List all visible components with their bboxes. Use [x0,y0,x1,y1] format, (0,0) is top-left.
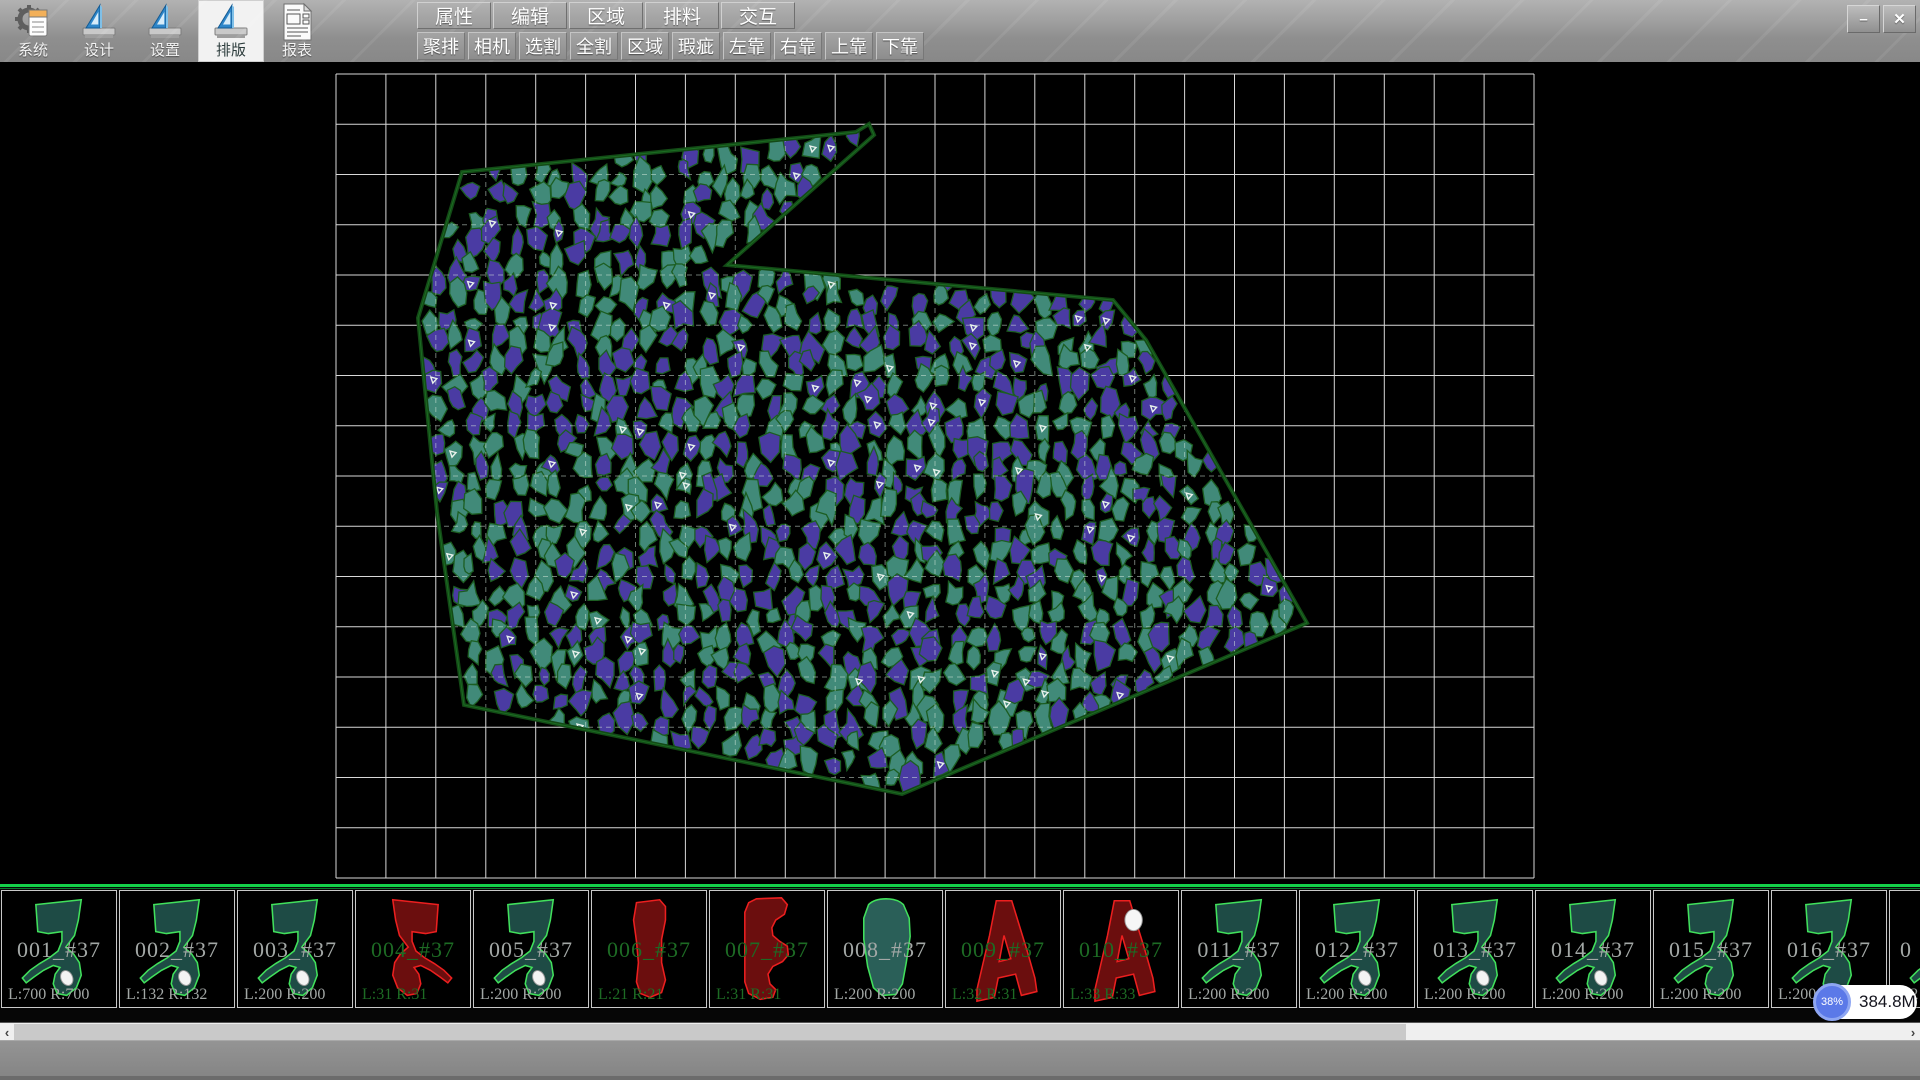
menu-tab-3[interactable]: 区域 [569,2,643,29]
filmstrip-thumbnail-6[interactable]: 006_#37 L:21 R:21 [591,890,707,1008]
piece-lr-values: L:700 R:700 [8,986,89,1004]
tool-button-3[interactable]: 选割 [519,32,567,60]
filmstrip-thumbnail-12[interactable]: 012_#37 L:200 R:200 [1299,890,1415,1008]
filmstrip-thumbnail-15[interactable]: 015_#37 L:200 R:200 [1653,890,1769,1008]
memory-percent: 38% [1821,996,1843,1008]
filmstrip-thumbnail-3[interactable]: 003_#37 L:200 R:200 [237,890,353,1008]
piece-name: 008_#37 [828,937,942,963]
menu-tab-1[interactable]: 属性 [417,2,491,29]
tool-button-8[interactable]: 右靠 [774,32,822,60]
set-square-icon [145,2,185,42]
piece-name: 012_#37 [1300,937,1414,963]
piece-lr-values: L:200 R:200 [480,986,561,1004]
tool-button-row: 聚排相机选割全割区域瑕疵左靠右靠上靠下靠 [417,32,927,60]
piece-filmstrip: 001_#37 L:700 R:700 002_#37 L:132 R:132 … [0,884,1920,1022]
piece-name: 004_#37 [356,937,470,963]
piece-name: 001_#37 [2,937,116,963]
app-button-label: 设置 [150,42,180,60]
scrollbar-thumb[interactable] [14,1024,1406,1040]
menu-tab-row: 属性编辑区域排料交互 [417,2,797,29]
filmstrip-thumbnail-5[interactable]: 005_#37 L:200 R:200 [473,890,589,1008]
piece-name: 013_#37 [1418,937,1532,963]
piece-lr-values: L:21 R:21 [598,986,663,1004]
window-controls: – ✕ [1847,5,1916,33]
app-button-4[interactable]: 排版 [198,0,264,62]
filmstrip-green-line [0,884,1920,887]
app-button-label: 设计 [84,42,114,60]
app-button-label: 排版 [216,42,246,60]
menu-tab-5[interactable]: 交互 [721,2,795,29]
set-square-icon [211,2,251,42]
app-button-2[interactable]: 设计 [66,0,132,62]
filmstrip-thumbnail-11[interactable]: 011_#37 L:200 R:200 [1181,890,1297,1008]
piece-lr-values: L:32 R:31 [952,986,1017,1004]
piece-lr-values: L:200 R:200 [1424,986,1505,1004]
memory-size: 384.8M [1859,992,1916,1012]
filmstrip-thumbnail-2[interactable]: 002_#37 L:132 R:132 [119,890,235,1008]
menu-tab-4[interactable]: 排料 [645,2,719,29]
piece-name: 014_#37 [1536,937,1650,963]
piece-lr-values: L:200 R:200 [1660,986,1741,1004]
filmstrip-thumbnail-9[interactable]: 009_#37 L:32 R:31 [945,890,1061,1008]
nesting-canvas-area[interactable] [0,62,1920,884]
filmstrip-thumbnail-10[interactable]: 010_#37 L:33 R:33 [1063,890,1179,1008]
piece-lr-values: L:132 R:132 [126,986,207,1004]
report-icon [277,2,317,42]
filmstrip-thumbnail-13[interactable]: 013_#37 L:200 R:200 [1417,890,1533,1008]
piece-name: 002_#37 [120,937,234,963]
filmstrip-thumbnail-1[interactable]: 001_#37 L:700 R:700 [1,890,117,1008]
piece-name: 009_#37 [946,937,1060,963]
piece-name: 010_#37 [1064,937,1178,963]
piece-name: 005_#37 [474,937,588,963]
filmstrip-thumbnail-8[interactable]: 008_#37 L:200 R:200 [827,890,943,1008]
gear-icon [13,2,53,42]
memory-percent-circle: 38% [1813,983,1851,1021]
app-button-label: 报表 [282,42,312,60]
tool-button-5[interactable]: 区域 [621,32,669,60]
piece-lr-values: L:31 R:31 [362,986,427,1004]
titlebar: 系统 设计 设置 排版 报表 属性编辑区域排料交互 聚排相机选割全割区域瑕疵左靠… [0,0,1920,62]
app-button-label: 系统 [18,42,48,60]
piece-lr-values: L:33 R:33 [1070,986,1135,1004]
piece-lr-values: L:31 R:31 [716,986,781,1004]
app-button-3[interactable]: 设置 [132,0,198,62]
piece-lr-values: L:200 R:200 [244,986,325,1004]
scroll-right-arrow-icon[interactable]: › [1906,1023,1920,1041]
piece-name: 003_#37 [238,937,352,963]
piece-lr-values: L:200 R:200 [1306,986,1387,1004]
piece-lr-values: L:200 R:200 [1542,986,1623,1004]
nesting-canvas[interactable] [0,62,1920,884]
app-button-5[interactable]: 报表 [264,0,330,62]
scroll-left-arrow-icon[interactable]: ‹ [0,1023,14,1041]
tool-button-7[interactable]: 左靠 [723,32,771,60]
filmstrip-green-line-2 [0,888,1920,889]
nesting-app-window: { "window": {"minimize_glyph": "–", "clo… [0,0,1920,1080]
piece-name: 007_#37 [710,937,824,963]
set-square-icon [79,2,119,42]
app-toolbar: 系统 设计 设置 排版 报表 [0,0,330,62]
tool-button-1[interactable]: 聚排 [417,32,465,60]
tool-button-6[interactable]: 瑕疵 [672,32,720,60]
memory-badge: 38% 384.8M [1813,983,1917,1021]
piece-name: 016_#37 [1772,937,1886,963]
tool-button-2[interactable]: 相机 [468,32,516,60]
minimize-button[interactable]: – [1847,5,1880,33]
tool-button-9[interactable]: 上靠 [825,32,873,60]
tool-button-10[interactable]: 下靠 [876,32,924,60]
piece-name: 015_#37 [1654,937,1768,963]
piece-lr-values: L:200 R:200 [1188,986,1269,1004]
status-bar [0,1040,1920,1080]
app-button-1[interactable]: 系统 [0,0,66,62]
filmstrip-thumbnail-4[interactable]: 004_#37 L:31 R:31 [355,890,471,1008]
piece-name: 011_#37 [1182,937,1296,963]
filmstrip-thumbnail-14[interactable]: 014_#37 L:200 R:200 [1535,890,1651,1008]
horizontal-scrollbar[interactable]: ‹ › [0,1022,1920,1040]
filmstrip-thumbnail-7[interactable]: 007_#37 L:31 R:31 [709,890,825,1008]
close-button[interactable]: ✕ [1883,5,1916,33]
piece-lr-values: L:200 R:200 [834,986,915,1004]
piece-name: 0 [1900,937,1920,963]
tool-button-4[interactable]: 全割 [570,32,618,60]
menu-tab-2[interactable]: 编辑 [493,2,567,29]
piece-name: 006_#37 [592,937,706,963]
